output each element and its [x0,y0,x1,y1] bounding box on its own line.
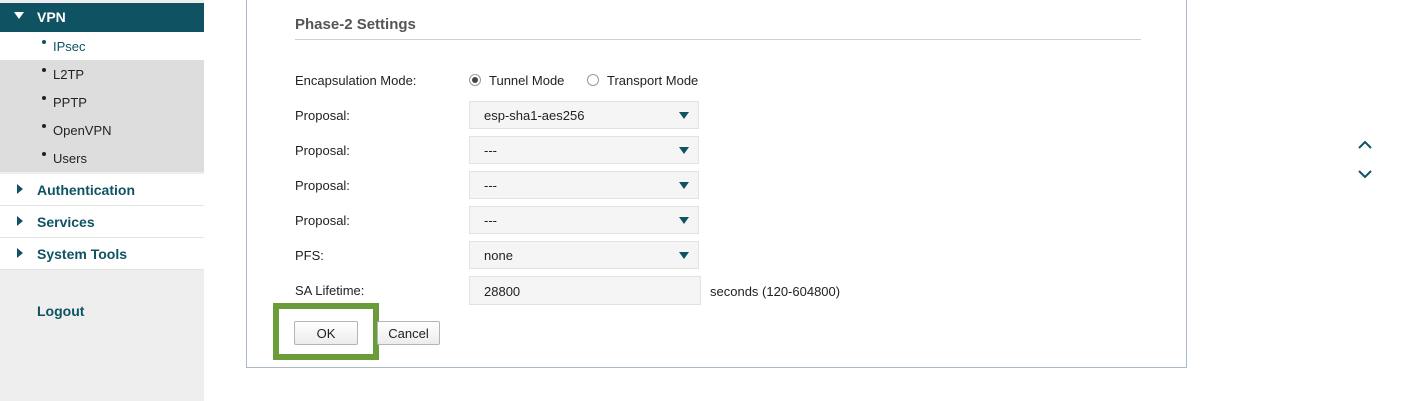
nav-item-authentication[interactable]: Authentication [0,174,204,206]
caret-right-icon [17,248,23,258]
proposal-3-label: Proposal: [295,178,350,193]
bullet-icon [42,96,46,100]
encapsulation-mode-label: Encapsulation Mode: [295,73,417,88]
bullet-icon [42,40,46,44]
proposal-1-value: esp-sha1-aes256 [484,108,585,123]
submenu-item-label: Users [53,151,87,166]
proposal-3-value: --- [484,178,497,193]
sa-lifetime-hint: seconds (120-604800) [710,284,841,299]
dropdown-arrow-icon [679,147,689,154]
bullet-icon [42,68,46,72]
sa-lifetime-value: 28800 [484,284,521,299]
chevron-down-icon[interactable] [1358,169,1372,179]
submenu-item-label: OpenVPN [53,123,112,138]
nav-item-vpn-label: VPN [37,9,66,25]
proposal-2-label: Proposal: [295,143,350,158]
submenu-item-pptp[interactable]: PPTP [0,88,204,116]
transport-mode-label[interactable]: Transport Mode [607,73,698,88]
nav-item-label: System Tools [37,246,127,262]
section-title: Phase-2 Settings [295,16,416,33]
sidebar: VPN IPsec L2TP PPTP OpenVPN Users Authen… [0,0,204,401]
submenu-item-label: IPsec [53,39,86,54]
nav-item-vpn[interactable]: VPN [0,3,204,32]
sa-lifetime-input[interactable]: 28800 [469,276,701,305]
dropdown-arrow-icon [679,217,689,224]
caret-down-icon [14,12,24,19]
submenu-item-label: PPTP [53,95,87,110]
nav-item-system-tools[interactable]: System Tools [0,238,204,270]
proposal-2-value: --- [484,143,497,158]
vpn-submenu: IPsec L2TP PPTP OpenVPN Users [0,32,204,172]
pfs-select[interactable]: none [469,241,699,269]
dropdown-arrow-icon [679,252,689,259]
submenu-item-label: L2TP [53,67,85,82]
bullet-icon [42,152,46,156]
tunnel-mode-radio[interactable] [469,74,481,86]
dropdown-arrow-icon [679,182,689,189]
dropdown-arrow-icon [679,112,689,119]
sa-lifetime-label: SA Lifetime: [295,283,365,298]
nav-item-services[interactable]: Services [0,206,204,238]
caret-right-icon [17,216,23,226]
proposal-4-select[interactable]: --- [469,206,699,234]
transport-mode-radio[interactable] [587,74,599,86]
chevron-up-icon[interactable] [1358,140,1372,150]
nav-item-label: Authentication [37,182,135,198]
proposal-4-label: Proposal: [295,213,350,228]
proposal-1-label: Proposal: [295,108,350,123]
caret-right-icon [17,184,23,194]
settings-panel [246,0,1187,368]
tunnel-mode-label[interactable]: Tunnel Mode [489,73,564,88]
proposal-4-value: --- [484,213,497,228]
proposal-2-select[interactable]: --- [469,136,699,164]
logout-link[interactable]: Logout [37,303,84,319]
bullet-icon [42,124,46,128]
pfs-value: none [484,248,513,263]
proposal-1-select[interactable]: esp-sha1-aes256 [469,101,699,129]
submenu-item-ipsec[interactable]: IPsec [0,32,204,60]
proposal-3-select[interactable]: --- [469,171,699,199]
ok-button[interactable]: OK [294,321,358,345]
submenu-item-l2tp[interactable]: L2TP [0,60,204,88]
submenu-item-openvpn[interactable]: OpenVPN [0,116,204,144]
pfs-label: PFS: [295,248,324,263]
cancel-button[interactable]: Cancel [377,321,440,345]
section-divider [295,39,1141,40]
submenu-item-users[interactable]: Users [0,144,204,172]
nav-item-label: Services [37,214,95,230]
